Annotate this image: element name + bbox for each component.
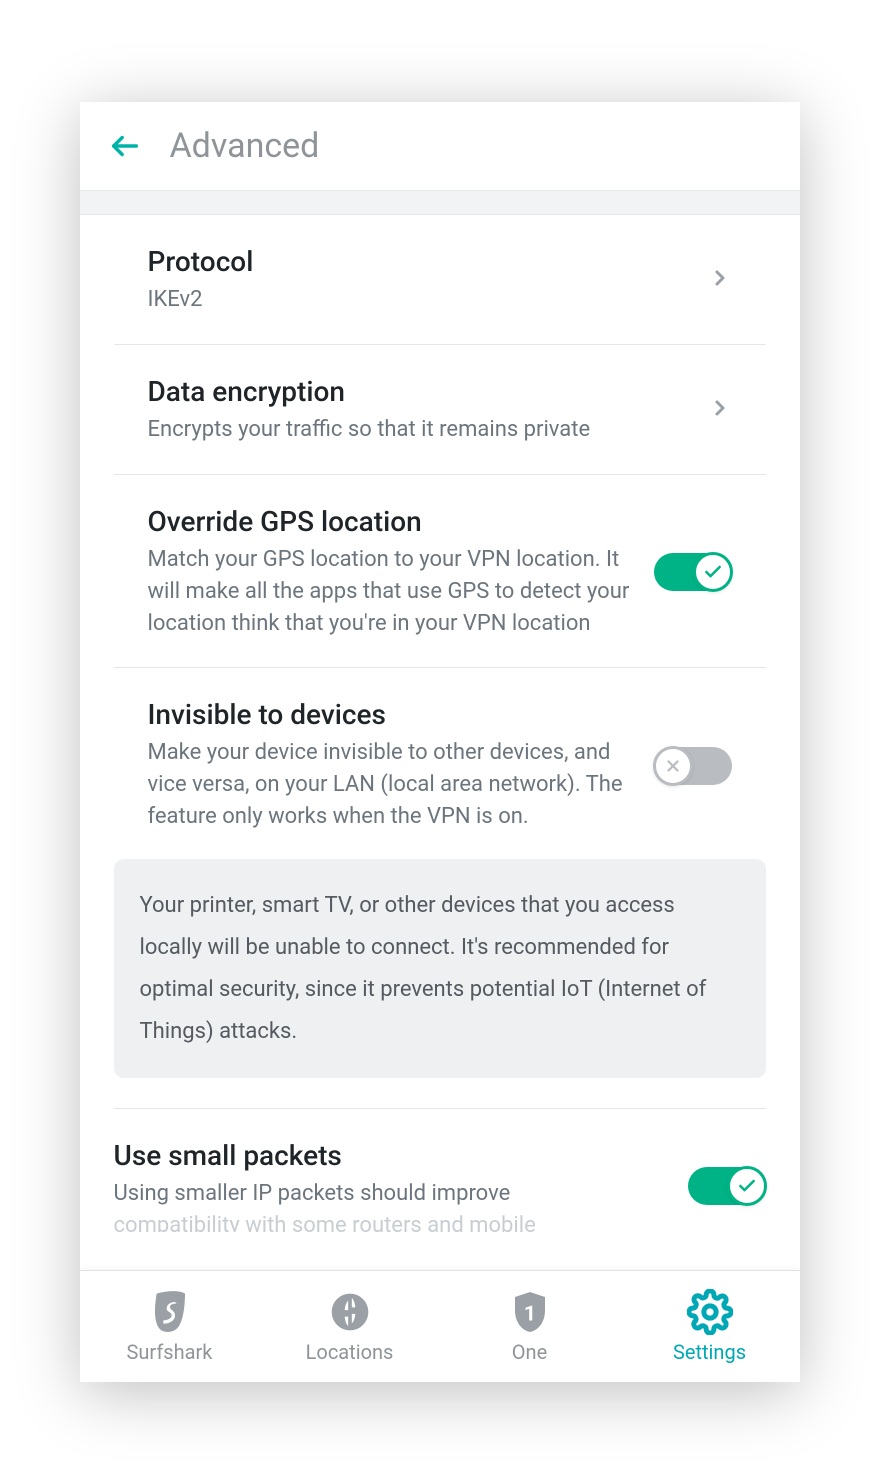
nav-locations[interactable]: Locations — [260, 1271, 440, 1382]
nav-one[interactable]: 1 One — [440, 1271, 620, 1382]
row-smallpackets: Use small packets Using smaller IP packe… — [114, 1109, 766, 1232]
nav-settings-label: Settings — [673, 1340, 746, 1364]
row-protocol-value: IKEv2 — [148, 284, 688, 316]
page-title: Advanced — [170, 126, 320, 166]
row-protocol[interactable]: Protocol IKEv2 — [114, 215, 766, 345]
arrow-left-icon — [108, 129, 142, 163]
row-smallpackets-desc-cut: compatibility with some routers and mobi… — [114, 1210, 668, 1232]
svg-text:1: 1 — [523, 1301, 535, 1326]
row-gps: Override GPS location Match your GPS loc… — [114, 475, 766, 669]
surfshark-logo-icon — [150, 1290, 190, 1334]
globe-icon — [328, 1290, 372, 1334]
back-button[interactable] — [108, 129, 142, 163]
row-invisible-title: Invisible to devices — [148, 698, 634, 731]
shield-one-icon: 1 — [510, 1290, 550, 1334]
gear-icon — [687, 1290, 733, 1334]
nav-one-label: One — [512, 1340, 547, 1364]
check-icon — [703, 562, 723, 582]
nav-settings[interactable]: Settings — [620, 1271, 800, 1382]
chevron-right-icon — [708, 396, 732, 424]
row-smallpackets-desc: Using smaller IP packets should improve — [114, 1178, 668, 1210]
nav-locations-label: Locations — [306, 1340, 394, 1364]
settings-list: Protocol IKEv2 Data encryption Encrypts … — [80, 215, 800, 1270]
bottom-nav: Surfshark Locations 1 One Settings — [80, 1270, 800, 1382]
row-smallpackets-title: Use small packets — [114, 1139, 668, 1172]
check-icon — [737, 1176, 757, 1196]
row-gps-title: Override GPS location — [148, 505, 634, 538]
row-gps-desc: Match your GPS location to your VPN loca… — [148, 544, 634, 640]
app-screen: Advanced Protocol IKEv2 Data encryption … — [80, 102, 800, 1382]
nav-surfshark-label: Surfshark — [127, 1340, 213, 1364]
row-encryption-title: Data encryption — [148, 375, 688, 408]
toggle-smallpackets[interactable] — [688, 1167, 766, 1205]
invisible-info-card: Your printer, smart TV, or other devices… — [114, 859, 766, 1078]
chevron-right-icon — [708, 266, 732, 294]
row-protocol-title: Protocol — [148, 245, 688, 278]
row-encryption[interactable]: Data encryption Encrypts your traffic so… — [114, 345, 766, 475]
nav-surfshark[interactable]: Surfshark — [80, 1271, 260, 1382]
row-invisible-desc: Make your device invisible to other devi… — [148, 737, 634, 833]
row-encryption-desc: Encrypts your traffic so that it remains… — [148, 414, 688, 446]
header-bar: Advanced — [80, 102, 800, 191]
toggle-invisible[interactable] — [654, 747, 732, 785]
x-icon — [664, 757, 682, 775]
row-invisible: Invisible to devices Make your device in… — [114, 668, 766, 833]
toggle-gps[interactable] — [654, 553, 732, 591]
section-divider — [80, 191, 800, 215]
